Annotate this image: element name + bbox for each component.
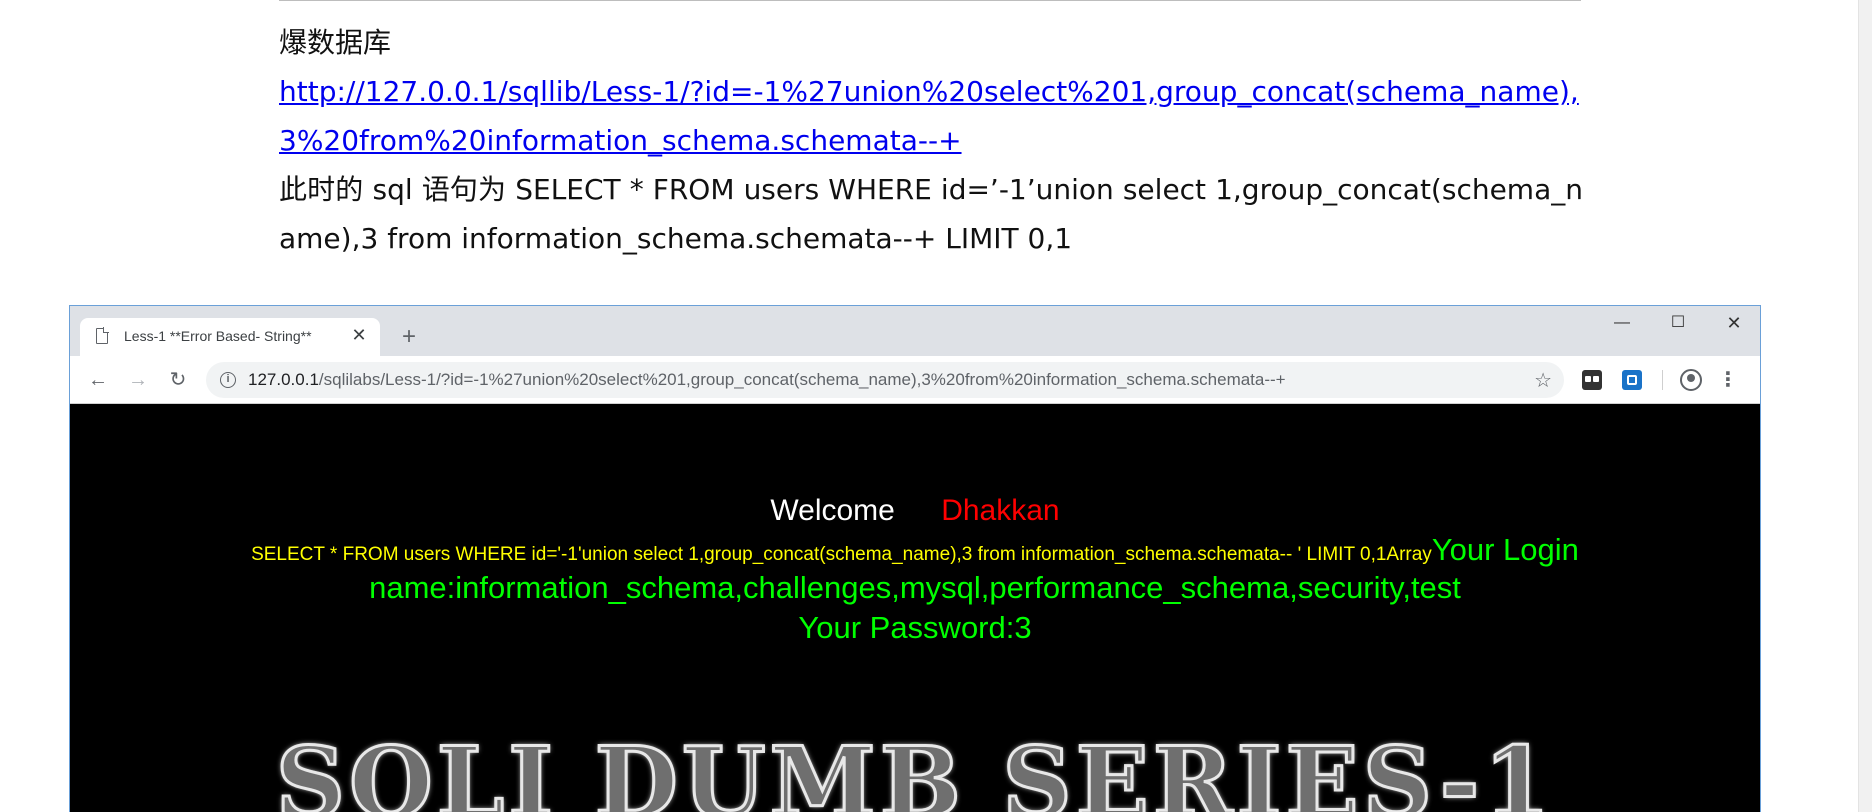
back-button[interactable]: ←	[84, 366, 112, 394]
address-url[interactable]: 127.0.0.1/sqlilabs/Less-1/?id=-1%27union…	[248, 370, 1286, 390]
document-heading: 爆数据库	[279, 26, 392, 59]
address-bar[interactable]: i 127.0.0.1/sqlilabs/Less-1/?id=-1%27uni…	[206, 362, 1564, 398]
document-body: 爆数据库 http://127.0.0.1/sqllib/Less-1/?id=…	[279, 18, 1583, 263]
close-window-button[interactable]: ✕	[1706, 308, 1760, 338]
extension-icon[interactable]	[1582, 370, 1602, 390]
maximize-button[interactable]: ☐	[1650, 308, 1706, 338]
welcome-text: Welcome	[770, 494, 895, 527]
kebab-menu-icon[interactable]: ⋮	[1718, 366, 1738, 394]
toolbar-divider	[1662, 370, 1663, 390]
tab-title: Less-1 **Error Based- String**	[124, 328, 312, 344]
document-scrollbar[interactable]	[1858, 0, 1872, 812]
document-divider	[279, 0, 1581, 1]
user-name: Dhakkan	[941, 494, 1060, 527]
query-line: SELECT * FROM users WHERE id='-1'union s…	[170, 532, 1660, 568]
password-value: Your Password:3	[798, 610, 1032, 645]
sqli-banner-logo: SQLI DUMB SERIES-1	[274, 725, 1555, 812]
login-name-value: name:information_schema,challenges,mysql…	[369, 570, 1461, 605]
page-icon	[96, 327, 109, 344]
star-icon[interactable]: ☆	[1534, 368, 1552, 393]
browser-window: Less-1 **Error Based- String** ✕ + — ☐ ✕…	[69, 305, 1761, 812]
address-path: /sqlilabs/Less-1/?id=-1%27union%20select…	[318, 370, 1286, 389]
tab-close-icon[interactable]: ✕	[348, 324, 370, 346]
browser-titlebar: Less-1 **Error Based- String** ✕ + — ☐ ✕	[70, 306, 1760, 356]
minimize-button[interactable]: —	[1594, 308, 1650, 338]
tab-less-1[interactable]: Less-1 **Error Based- String** ✕	[80, 318, 380, 356]
document-sql-sentence: 此时的 sql 语句为 SELECT * FROM users WHERE id…	[279, 173, 1583, 255]
address-host: 127.0.0.1	[248, 370, 319, 389]
query-result: SELECT * FROM users WHERE id='-1'union s…	[170, 532, 1660, 648]
reload-button[interactable]: ↻	[164, 366, 192, 394]
sql-query-text: SELECT * FROM users WHERE id='-1'union s…	[251, 544, 1432, 565]
login-label: Your Login	[1431, 532, 1579, 567]
new-tab-button[interactable]: +	[396, 324, 422, 350]
browser-toolbar: ← → ↻ i 127.0.0.1/sqlilabs/Less-1/?id=-1…	[70, 356, 1760, 404]
welcome-line: Welcome Dhakkan	[70, 494, 1760, 528]
info-icon[interactable]: i	[220, 372, 236, 388]
document-link[interactable]: http://127.0.0.1/sqllib/Less-1/?id=-1%27…	[279, 67, 1583, 165]
profile-icon[interactable]	[1680, 369, 1702, 391]
extension-icon[interactable]	[1622, 370, 1642, 390]
page-content: Welcome Dhakkan SELECT * FROM users WHER…	[70, 404, 1760, 812]
forward-button[interactable]: →	[124, 366, 152, 394]
